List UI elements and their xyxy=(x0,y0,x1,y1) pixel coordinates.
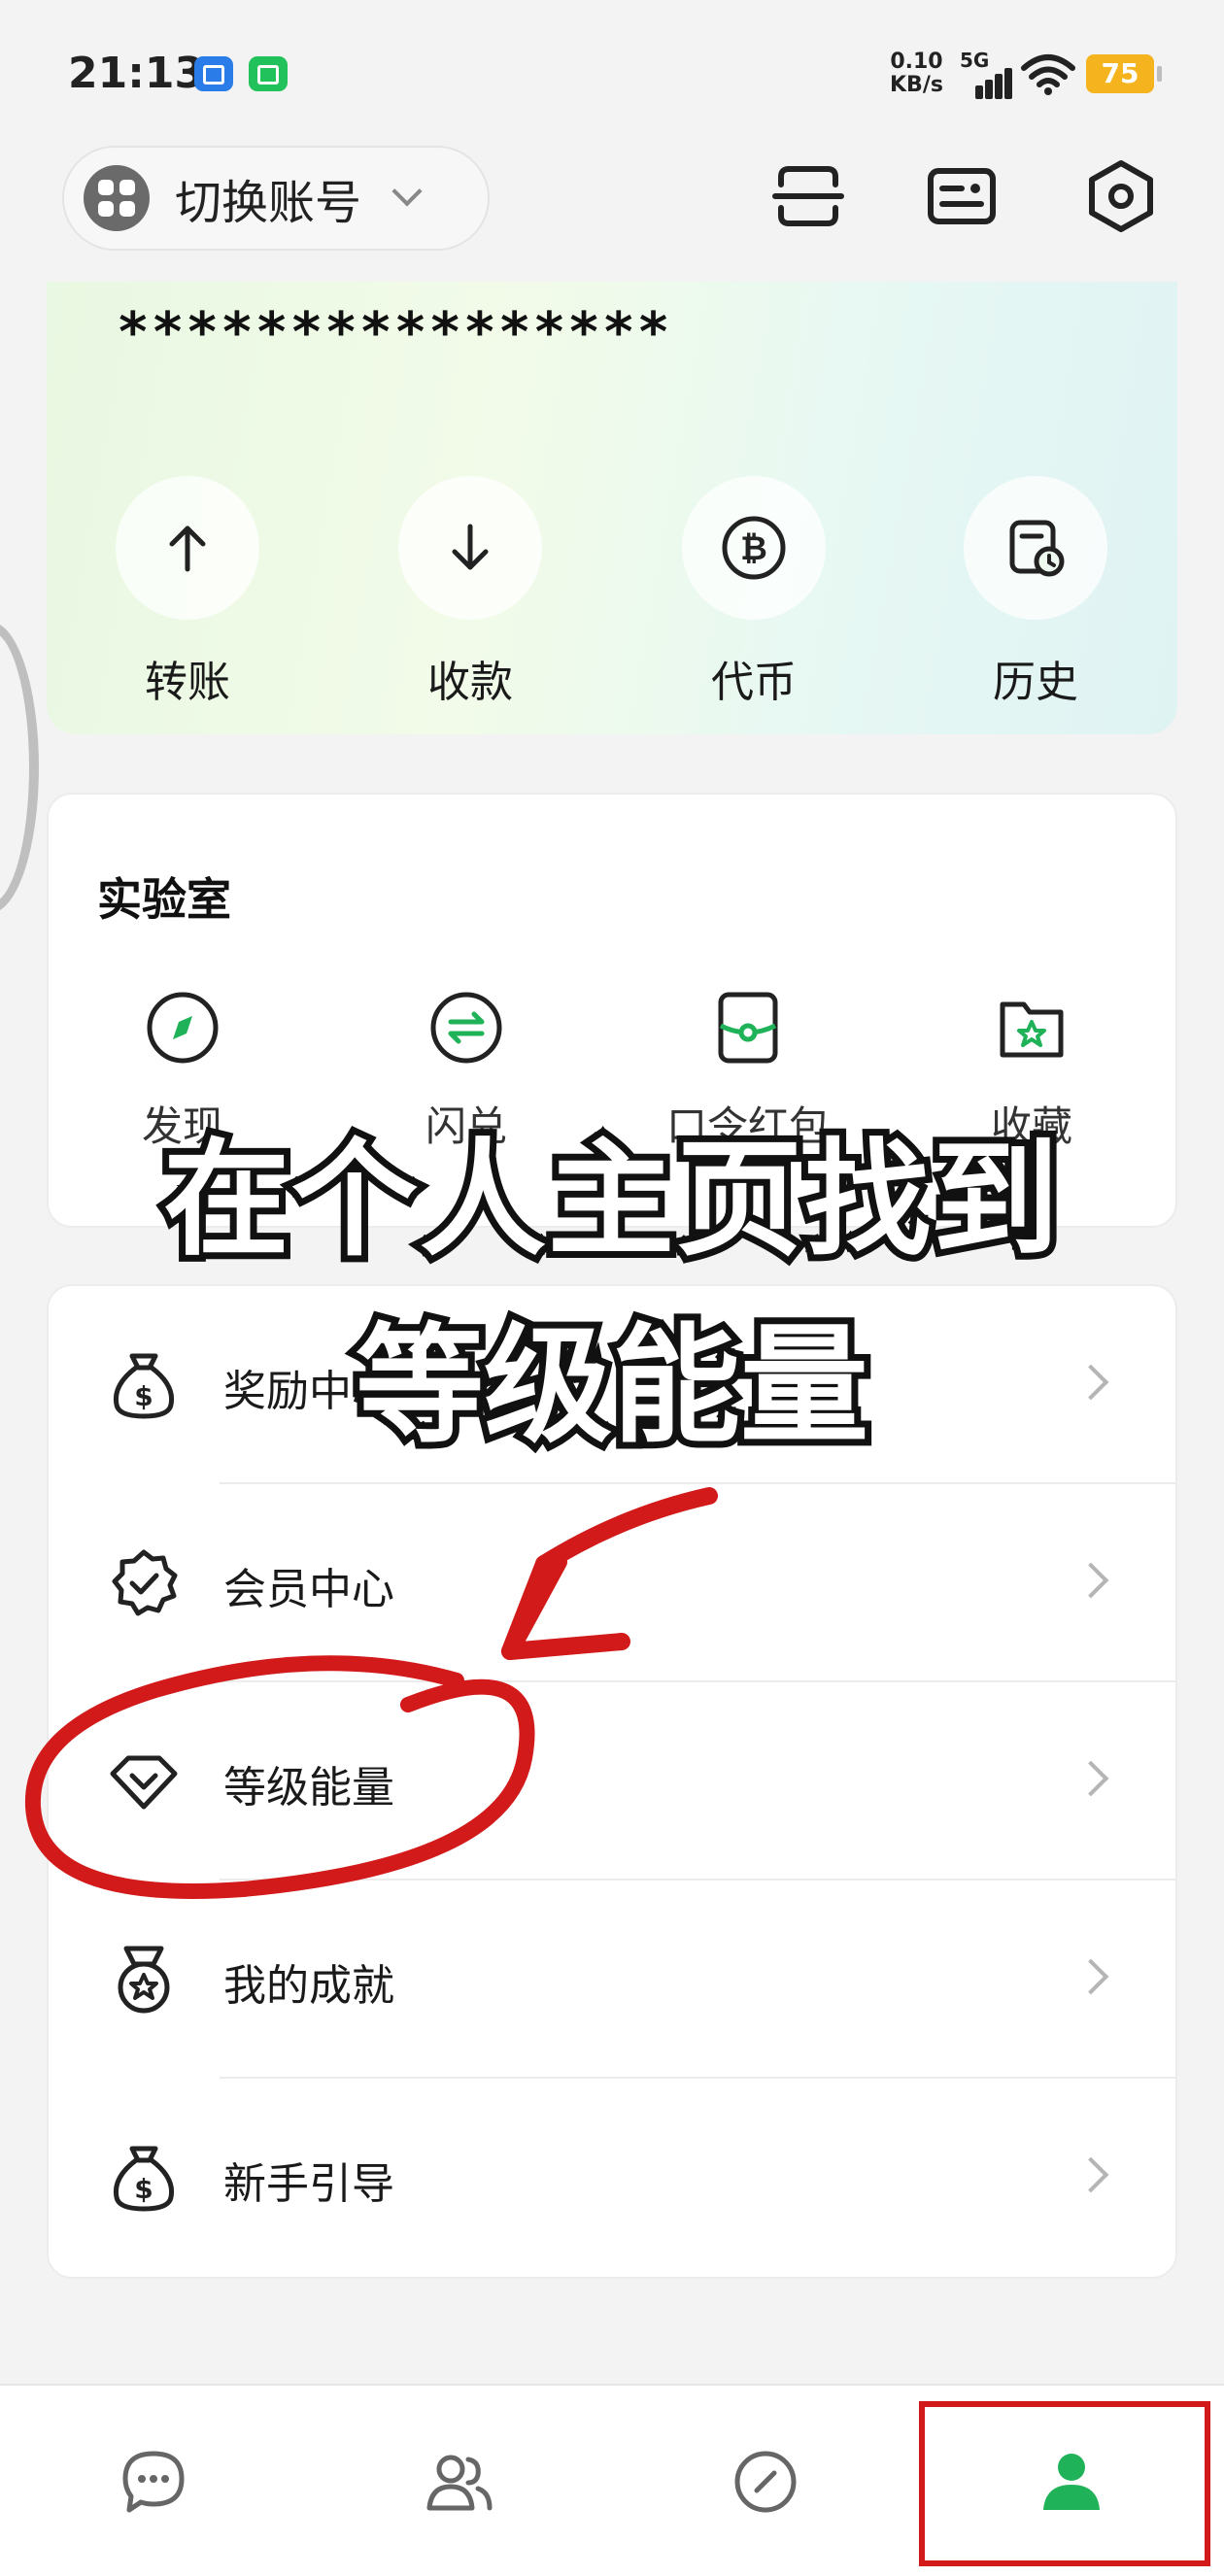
scan-icon[interactable] xyxy=(767,155,849,237)
switch-account-label: 切换账号 xyxy=(175,176,362,230)
status-time: 21:13 xyxy=(68,49,205,98)
tokens-button[interactable]: ₿ 代币 xyxy=(676,476,832,709)
money-bag-icon: $ xyxy=(113,2146,175,2212)
tab-chats[interactable] xyxy=(0,2386,306,2576)
wallet-card: **************** 转账 收款 ₿ 代币 历史 xyxy=(47,282,1177,734)
tab-discover[interactable] xyxy=(612,2386,918,2576)
chevron-right-icon xyxy=(1072,1562,1109,1599)
bitcoin-icon: ₿ xyxy=(722,516,786,580)
chevron-right-icon xyxy=(1072,2156,1109,2193)
chat-app-notification-icon xyxy=(249,56,288,91)
signal-strength-icon xyxy=(964,60,1012,99)
lab-title: 实验室 xyxy=(97,873,231,926)
contacts-icon xyxy=(426,2455,492,2511)
settings-hexagon-icon[interactable] xyxy=(1080,155,1162,237)
level-heart-icon xyxy=(110,1755,178,1810)
status-bar: 21:13 0.10 KB/s 5G 75 xyxy=(0,0,1224,146)
svg-text:$: $ xyxy=(134,2173,153,2205)
menu-item-label: 会员中心 xyxy=(223,1565,394,1614)
menu-item-label: 等级能量 xyxy=(223,1763,394,1813)
menu-item-my-achievements[interactable]: 我的成就 xyxy=(49,1881,1175,2079)
svg-text:₿: ₿ xyxy=(740,529,767,568)
network-speed-unit: KB/s xyxy=(890,73,943,97)
caption-line-1: 在个人主页找到 xyxy=(156,1119,1066,1280)
compass-icon xyxy=(147,992,219,1064)
discover-icon xyxy=(734,2451,796,2513)
battery-level: 75 xyxy=(1086,54,1162,93)
profile-tab-highlight-box xyxy=(919,2401,1210,2566)
id-card-icon[interactable] xyxy=(921,155,1003,237)
receive-label: 收款 xyxy=(427,658,513,707)
tab-contacts[interactable] xyxy=(306,2386,612,2576)
menu-item-member-center[interactable]: 会员中心 xyxy=(49,1484,1175,1682)
chevron-right-icon xyxy=(1072,1958,1109,1995)
caption-line-2: 等级能量 xyxy=(349,1305,875,1468)
chevron-down-icon xyxy=(391,176,423,207)
masked-wallet-address: **************** xyxy=(117,301,672,364)
network-speed-value: 0.10 xyxy=(890,50,943,74)
profile-page: 21:13 0.10 KB/s 5G 75 切换账号 *************… xyxy=(0,0,1224,2576)
history-label: 历史 xyxy=(993,658,1078,707)
history-icon xyxy=(1009,520,1065,577)
account-avatar-icon xyxy=(84,165,150,231)
side-decoration xyxy=(0,622,39,913)
favorites-folder-icon xyxy=(1000,1001,1064,1058)
tokens-label: 代币 xyxy=(711,658,797,707)
arrow-down-icon xyxy=(452,524,489,570)
chat-icon xyxy=(122,2451,184,2513)
red-packet-icon xyxy=(718,992,778,1064)
network-speed: 0.10 KB/s xyxy=(890,51,943,97)
chevron-right-icon xyxy=(1072,1760,1109,1797)
arrow-up-icon xyxy=(169,525,206,572)
menu-item-label: 新手引导 xyxy=(223,2159,394,2209)
menu-item-level-energy[interactable]: 等级能量 xyxy=(49,1682,1175,1881)
switch-account-button[interactable]: 切换账号 xyxy=(62,146,490,251)
video-app-notification-icon xyxy=(194,56,233,91)
wifi-icon xyxy=(1021,54,1075,95)
menu-item-label: 我的成就 xyxy=(223,1961,394,2011)
transfer-button[interactable]: 转账 xyxy=(110,476,265,709)
receive-button[interactable]: 收款 xyxy=(392,476,548,709)
history-button[interactable]: 历史 xyxy=(958,476,1113,709)
swap-icon xyxy=(430,992,502,1064)
transfer-label: 转账 xyxy=(145,658,230,707)
medal-icon xyxy=(118,1946,170,2014)
verified-badge-icon xyxy=(112,1549,178,1616)
menu-item-beginner-guide[interactable]: $ 新手引导 xyxy=(49,2079,1175,2277)
